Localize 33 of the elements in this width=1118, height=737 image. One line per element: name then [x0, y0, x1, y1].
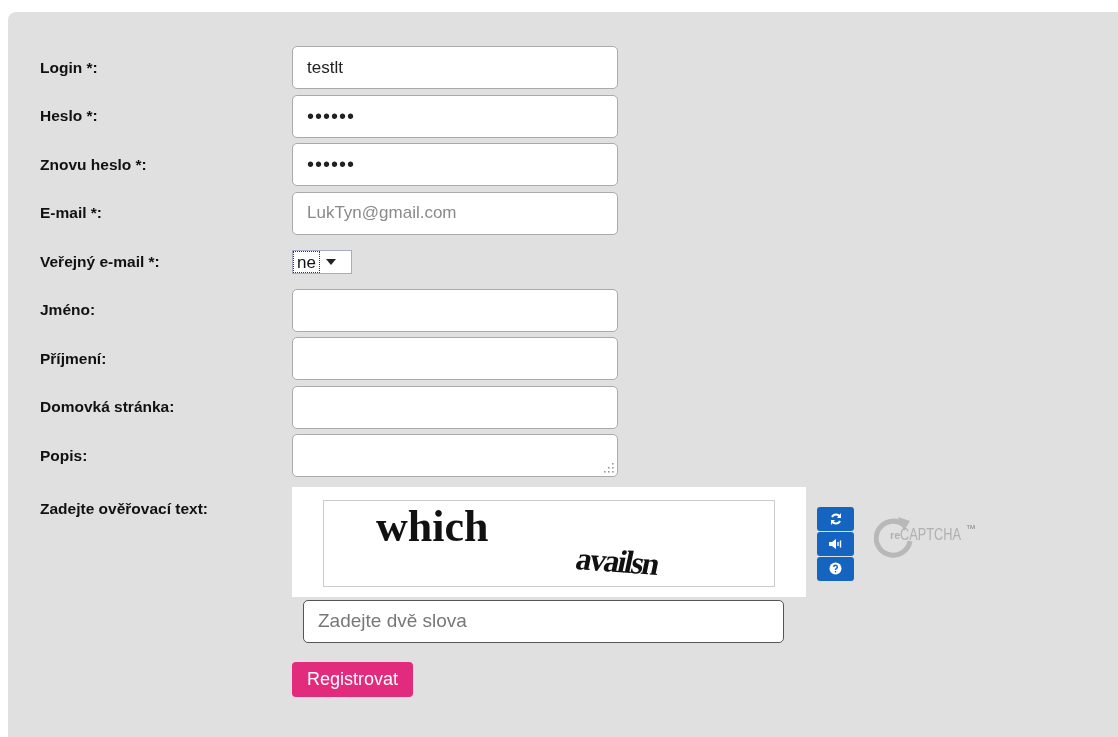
text-area[interactable]: [292, 434, 618, 477]
field-label: Zadejte ověřovací text:: [40, 498, 208, 518]
password-field[interactable]: ••••••: [292, 143, 618, 186]
select-field[interactable]: ne: [292, 249, 352, 274]
field-label: Jméno:: [40, 301, 96, 319]
input-field[interactable]: [292, 385, 618, 429]
captcha-word: availsn: [572, 539, 662, 583]
input-field[interactable]: [292, 288, 618, 332]
help-icon: [829, 562, 842, 575]
field-label: Veřejný e-mail *:: [40, 252, 160, 271]
select-value: ne: [293, 250, 320, 273]
captcha-input[interactable]: Zadejte dvě slova: [303, 599, 784, 643]
field-label: Login *:: [40, 58, 98, 77]
input-field[interactable]: testlt: [292, 46, 618, 89]
field-label: Příjmení:: [40, 349, 107, 368]
field-label: E-mail *:: [40, 204, 102, 222]
refresh-icon: [828, 511, 843, 526]
field-label: Znovu heslo *:: [40, 155, 147, 174]
field-label: Domovká stránka:: [40, 398, 175, 416]
speaker-icon: [827, 537, 844, 550]
caret-icon: [325, 258, 336, 265]
audio-button[interactable]: [817, 531, 854, 556]
refresh-button[interactable]: [817, 506, 854, 531]
resize-grip-icon[interactable]: [602, 461, 614, 473]
input-field[interactable]: [292, 337, 618, 380]
register-button[interactable]: Registrovat: [292, 661, 414, 697]
password-field[interactable]: ••••••: [292, 94, 618, 138]
captcha-word: which: [376, 500, 489, 552]
field-label: Popis:: [40, 446, 88, 465]
email-field[interactable]: LukTyn@gmail.com: [292, 191, 618, 235]
field-label: Heslo *:: [40, 107, 98, 125]
help-button[interactable]: [817, 556, 854, 581]
trademark-text: ™: [965, 522, 976, 534]
